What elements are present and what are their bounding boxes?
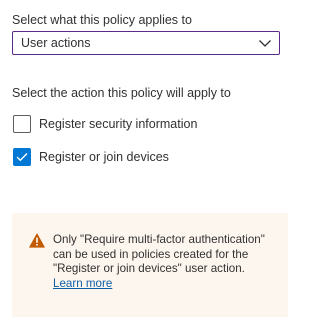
warning-text: Only "Require multi-factor authenticatio… bbox=[53, 233, 268, 291]
warning-message-bar: Only "Require multi-factor authenticatio… bbox=[12, 213, 288, 317]
warning-message: Only "Require multi-factor authenticatio… bbox=[53, 233, 265, 275]
applies-to-dropdown[interactable]: User actions bbox=[12, 31, 280, 55]
checkbox-register-security-info[interactable]: Register security information bbox=[12, 114, 272, 134]
checkbox-box[interactable] bbox=[13, 148, 31, 166]
learn-more-link[interactable]: Learn more bbox=[53, 277, 112, 290]
checkmark-icon bbox=[16, 153, 28, 162]
checkbox-register-or-join-devices[interactable]: Register or join devices bbox=[12, 147, 272, 167]
applies-to-label: Select what this policy applies to bbox=[12, 13, 192, 27]
warning-icon bbox=[29, 233, 45, 248]
applies-to-selected-value: User actions bbox=[21, 36, 91, 50]
action-label: Select the action this policy will apply… bbox=[12, 86, 231, 100]
checkbox-label: Register or join devices bbox=[39, 150, 169, 164]
checkbox-label: Register security information bbox=[39, 117, 198, 131]
checkbox-box[interactable] bbox=[13, 115, 31, 133]
chevron-down-icon bbox=[259, 40, 271, 47]
